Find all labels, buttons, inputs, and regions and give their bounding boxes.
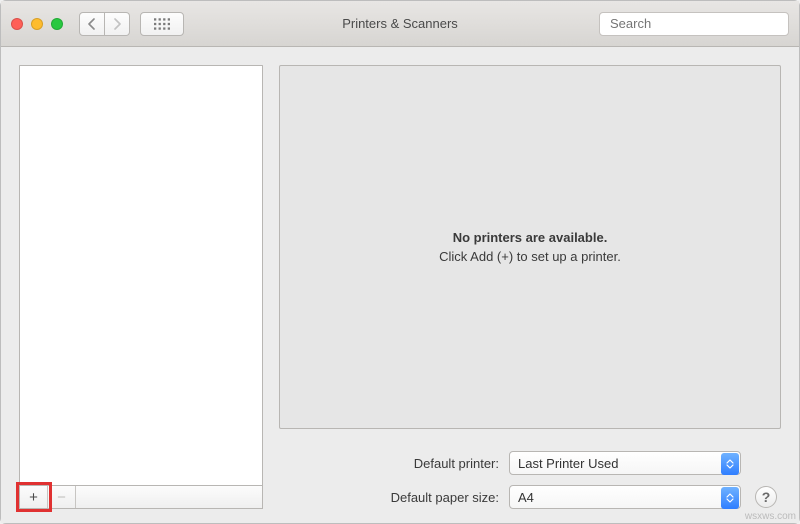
help-icon: ? xyxy=(762,489,771,505)
list-footer: + − xyxy=(19,485,263,509)
empty-state: No printers are available. Click Add (+)… xyxy=(279,65,781,429)
chevron-right-icon xyxy=(113,18,121,30)
default-printer-label: Default printer: xyxy=(279,456,499,471)
empty-state-subtitle: Click Add (+) to set up a printer. xyxy=(439,249,621,264)
show-all-button[interactable] xyxy=(140,12,184,36)
zoom-window-icon[interactable] xyxy=(51,18,63,30)
controls: Default printer: Last Printer Used Defau… xyxy=(279,451,781,509)
minimize-window-icon[interactable] xyxy=(31,18,43,30)
search-field[interactable] xyxy=(599,12,789,36)
close-window-icon[interactable] xyxy=(11,18,23,30)
add-printer-button[interactable]: + xyxy=(20,486,48,508)
watermark: wsxws.com xyxy=(745,511,796,522)
select-stepper-icon xyxy=(721,453,739,475)
prefs-window: Printers & Scanners + − No printers are … xyxy=(0,0,800,524)
plus-icon: + xyxy=(29,489,38,506)
empty-state-title: No printers are available. xyxy=(453,230,608,245)
titlebar: Printers & Scanners xyxy=(1,1,799,47)
back-button[interactable] xyxy=(79,12,105,36)
remove-printer-button[interactable]: − xyxy=(48,486,76,508)
grid-icon xyxy=(154,18,170,30)
detail-pane: No printers are available. Click Add (+)… xyxy=(279,65,781,509)
default-printer-select[interactable]: Last Printer Used xyxy=(509,451,741,475)
window-controls xyxy=(11,18,63,30)
chevron-left-icon xyxy=(88,18,96,30)
default-paper-label: Default paper size: xyxy=(279,490,499,505)
default-paper-select[interactable]: A4 xyxy=(509,485,741,509)
printers-sidebar: + − xyxy=(19,65,263,509)
help-button[interactable]: ? xyxy=(755,486,777,508)
nav-group xyxy=(79,12,130,36)
minus-icon: − xyxy=(57,489,66,506)
printers-list[interactable] xyxy=(19,65,263,485)
default-paper-value: A4 xyxy=(518,490,534,505)
content-area: + − No printers are available. Click Add… xyxy=(1,47,799,523)
search-input[interactable] xyxy=(610,16,786,31)
select-stepper-icon xyxy=(721,487,739,509)
default-paper-row: Default paper size: A4 ? xyxy=(279,485,777,509)
default-printer-row: Default printer: Last Printer Used xyxy=(279,451,777,475)
default-printer-value: Last Printer Used xyxy=(518,456,618,471)
forward-button[interactable] xyxy=(105,12,130,36)
